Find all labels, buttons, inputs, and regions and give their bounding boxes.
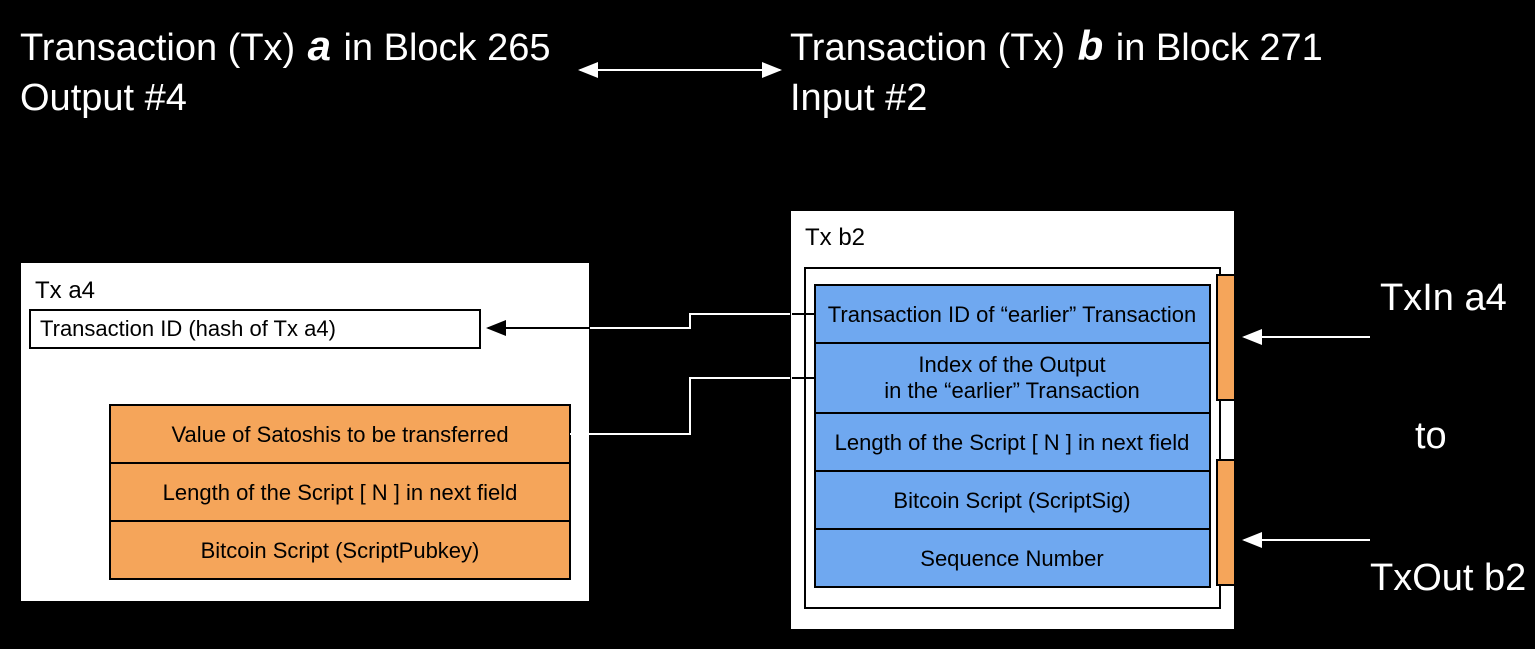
tx-a-label: Tx a4 xyxy=(35,277,95,304)
tx-b-row-3: Bitcoin Script (ScriptSig) xyxy=(893,488,1130,513)
right-label-bot: TxOut b2 xyxy=(1370,557,1526,599)
left-header-line1: Transaction (Tx) a in Block 265 xyxy=(20,22,550,69)
conn-output-to-b1 xyxy=(570,378,790,434)
tx-b-row-1a: Index of the Output xyxy=(918,352,1105,377)
tx-a-row-0: Value of Satoshis to be transferred xyxy=(171,422,508,447)
tx-b-label: Tx b2 xyxy=(805,224,865,251)
tx-b-input-rows: Transaction ID of “earlier” Transaction … xyxy=(815,285,1210,587)
tx-a-row-1: Length of the Script [ N ] in next field xyxy=(163,480,518,505)
left-header-line2: Output #4 xyxy=(20,77,187,119)
tx-a-output-rows: Value of Satoshis to be transferred Leng… xyxy=(110,405,570,579)
right-label-mid: to xyxy=(1415,415,1447,457)
right-header-line1: Transaction (Tx) b in Block 271 xyxy=(790,22,1323,69)
tx-a-row-2: Bitcoin Script (ScriptPubkey) xyxy=(201,538,480,563)
tx-a-txid-text: Transaction ID (hash of Tx a4) xyxy=(40,316,336,341)
right-header-line2: Input #2 xyxy=(790,77,927,119)
tx-b-row-2: Length of the Script [ N ] in next field xyxy=(835,430,1190,455)
tx-b-row-0: Transaction ID of “earlier” Transaction xyxy=(828,302,1196,327)
right-label-top: TxIn a4 xyxy=(1380,277,1507,319)
tx-b-row-1b: in the “earlier” Transaction xyxy=(884,378,1140,403)
tx-b-row-4: Sequence Number xyxy=(920,546,1103,571)
diagram-canvas: Transaction (Tx) a in Block 265 Output #… xyxy=(0,0,1535,649)
conn-txid-to-b0 xyxy=(590,314,790,328)
right-side-labels: TxIn a4 to TxOut b2 xyxy=(1244,277,1526,599)
